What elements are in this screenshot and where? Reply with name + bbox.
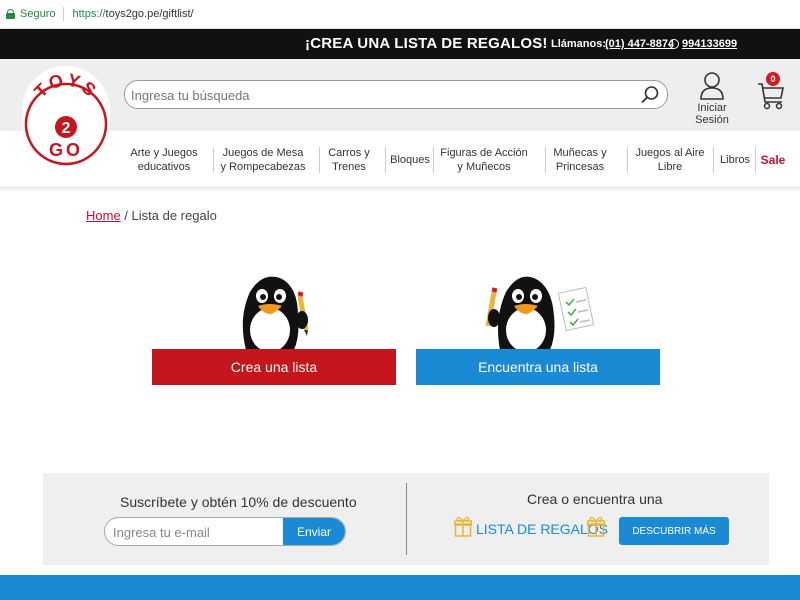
email-input[interactable] bbox=[113, 523, 273, 541]
whatsapp-icon bbox=[669, 39, 679, 49]
logo-text-bottom: GO bbox=[49, 140, 83, 160]
login-label: Iniciar Sesión bbox=[695, 102, 729, 126]
promo-headline: ¡CREA UNA LISTA DE REGALOS! bbox=[305, 35, 548, 52]
send-email-button[interactable]: Enviar bbox=[283, 518, 345, 545]
cart-button[interactable]: 0 bbox=[756, 70, 786, 112]
url-text: toys2go.pe/giftlist/ bbox=[105, 8, 194, 20]
phone-link[interactable]: (01) 447-8874 bbox=[605, 38, 674, 50]
category-nav: Arte y Juegos educativos Juegos de Mesa … bbox=[0, 131, 800, 188]
breadcrumb-current: Lista de regalo bbox=[131, 208, 217, 223]
panel-divider bbox=[406, 483, 407, 555]
lock-icon bbox=[6, 9, 15, 19]
nav-item-juegos-mesa[interactable]: Juegos de Mesa y Rompecabezas bbox=[219, 131, 307, 188]
breadcrumb-home-link[interactable]: Home bbox=[86, 208, 121, 223]
login-button[interactable]: Iniciar Sesión bbox=[680, 70, 744, 126]
nav-item-sale[interactable]: Sale bbox=[758, 131, 788, 188]
breadcrumb: Home / Lista de regalo bbox=[86, 208, 217, 223]
search-bar bbox=[124, 80, 668, 109]
logo-text-middle: 2 bbox=[62, 120, 71, 137]
call-label: Llámanos: bbox=[551, 38, 607, 50]
site-logo[interactable]: TOYS 2 GO bbox=[22, 66, 110, 174]
secure-label: Seguro bbox=[20, 8, 56, 20]
footer-band bbox=[0, 575, 800, 600]
nav-item-figuras[interactable]: Figuras de Acción y Muñecos bbox=[439, 131, 529, 188]
discover-more-button[interactable]: DESCUBRIR MÁS bbox=[619, 517, 729, 545]
address-divider bbox=[63, 7, 65, 21]
cart-count-badge: 0 bbox=[766, 72, 780, 86]
penguin-find-illustration bbox=[485, 276, 595, 350]
nav-item-libros[interactable]: Libros bbox=[718, 131, 752, 188]
search-input[interactable] bbox=[131, 85, 631, 105]
create-list-button[interactable]: Crea una lista bbox=[152, 349, 396, 385]
user-icon bbox=[700, 72, 724, 100]
promo-bar: ¡CREA UNA LISTA DE REGALOS! Llámanos: (0… bbox=[0, 29, 800, 59]
giftlist-promo-title: Crea o encuentra una bbox=[527, 491, 663, 507]
url-protocol: https:// bbox=[72, 8, 106, 20]
search-icon[interactable] bbox=[639, 84, 661, 106]
nav-item-arte[interactable]: Arte y Juegos educativos bbox=[126, 131, 202, 188]
address-field[interactable]: Seguro https:// toys2go.pe/giftlist/ bbox=[6, 4, 194, 24]
penguin-create-illustration bbox=[242, 276, 309, 350]
nav-item-aire-libre[interactable]: Juegos al Aire Libre bbox=[633, 131, 707, 188]
gift-icon bbox=[587, 516, 605, 537]
logo-badge-icon: TOYS 2 GO bbox=[24, 72, 108, 166]
breadcrumb-separator: / bbox=[120, 208, 132, 223]
email-form: Enviar bbox=[104, 517, 346, 546]
nav-item-carros[interactable]: Carros y Trenes bbox=[325, 131, 373, 188]
browser-address-bar: Seguro https:// toys2go.pe/giftlist/ bbox=[0, 0, 800, 29]
nav-item-munecas[interactable]: Muñecas y Princesas bbox=[549, 131, 611, 188]
whatsapp-link[interactable]: 994133699 bbox=[682, 38, 737, 50]
subscribe-title: Suscríbete y obtén 10% de descuento bbox=[120, 494, 357, 510]
nav-item-bloques[interactable]: Bloques bbox=[388, 131, 432, 188]
gift-icon bbox=[454, 516, 472, 537]
find-list-button[interactable]: Encuentra una lista bbox=[416, 349, 660, 385]
